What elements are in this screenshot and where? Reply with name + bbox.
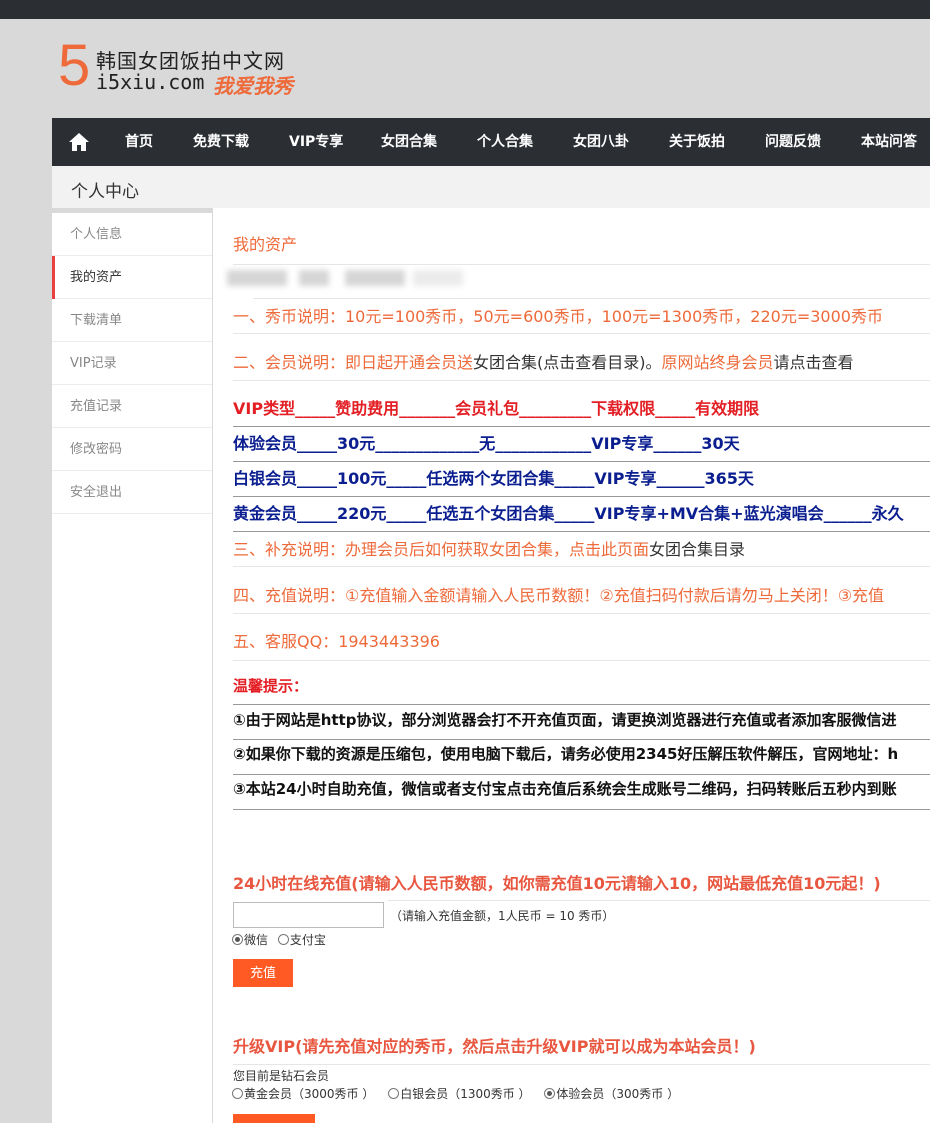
silver-member-label[interactable]: 白银会员（1300秀币 ） <box>400 1087 530 1101</box>
divider <box>233 461 930 462</box>
recharge-hint: （请输入充值金额，1人民币 = 10 秀币） <box>390 909 615 923</box>
vip-row-silver: 白银会员_____100元_____任选两个女团合集_____VIP专享____… <box>233 469 754 488</box>
divider <box>233 739 930 740</box>
divider <box>233 333 930 334</box>
supplement-text: 三、补充说明：办理会员后如何获取女团合集，点击此页面 <box>233 540 650 559</box>
divider <box>233 566 930 567</box>
gold-member-label[interactable]: 黄金会员（3000秀币 ） <box>244 1087 374 1101</box>
sidebar-item-downloads[interactable]: 下载清单 <box>52 299 212 342</box>
divider <box>253 298 930 299</box>
silver-member-radio[interactable] <box>388 1088 400 1099</box>
tip-1: ①由于网站是http协议，部分浏览器会打不开充值页面，请更换浏览器进行充值或者添… <box>233 711 897 729</box>
recharge-button[interactable]: 充值 <box>233 959 293 987</box>
gold-member-radio[interactable] <box>232 1088 243 1099</box>
redacted-info <box>345 270 405 286</box>
wechat-radio[interactable] <box>232 934 243 945</box>
divider <box>233 496 930 497</box>
recharge-title: 24小时在线充值(请输入人民币数额，如你需充值10元请输入10，网站最低充值10… <box>233 874 881 893</box>
tip-3: ③本站24小时自助充值，微信或者支付宝点击充值后系统会生成账号二维码，扫码转账后… <box>233 780 897 798</box>
payment-method-group: 微信 支付宝 <box>232 931 326 948</box>
nav-item-about[interactable]: 关于饭拍 <box>669 118 725 166</box>
assets-title: 我的资产 <box>233 235 298 254</box>
browser-top-bar <box>0 0 930 19</box>
nav-item-home[interactable]: 首页 <box>125 118 153 166</box>
divider <box>233 264 930 265</box>
divider <box>233 809 930 810</box>
sidebar-item-assets[interactable]: 我的资产 <box>52 256 212 299</box>
nav-item-faq[interactable]: 本站问答 <box>861 118 917 166</box>
trial-member-radio[interactable] <box>544 1088 556 1099</box>
logo-slogan: 我爱我秀 <box>213 74 293 98</box>
upgrade-option-group: 黄金会员（3000秀币 ） 白银会员（1300秀币 ） 体验会员（300秀币 ） <box>232 1085 679 1102</box>
click-to-view-link[interactable]: 请点击查看 <box>774 353 854 372</box>
upgrade-vip-button[interactable] <box>233 1114 315 1123</box>
lifetime-member-text: 原网站终身会员 <box>661 353 774 372</box>
group-collection-link[interactable]: 女团合集(点击查看目录)。 <box>473 353 662 372</box>
nav-item-gossip[interactable]: 女团八卦 <box>573 118 629 166</box>
warm-tips-title: 温馨提示： <box>233 677 309 695</box>
wechat-label[interactable]: 微信 <box>244 933 268 947</box>
divider <box>233 704 930 705</box>
redacted-info <box>299 270 329 286</box>
recharge-explanation: 四、充值说明：①充值输入金额请输入人民币数额！②充值扫码付款后请勿马上关闭！③充… <box>233 586 885 605</box>
home-icon[interactable] <box>68 132 90 152</box>
divider <box>233 380 930 381</box>
divider <box>388 900 930 901</box>
current-member-status: 您目前是钻石会员 <box>233 1069 330 1083</box>
nav-item-feedback[interactable]: 问题反馈 <box>765 118 821 166</box>
customer-service-qq: 五、客服QQ：1943443396 <box>233 632 440 651</box>
nav-item-vip[interactable]: VIP专享 <box>289 118 343 166</box>
upgrade-title: 升级VIP(请先充值对应的秀币，然后点击升级VIP就可以成为本站会员！) <box>233 1037 756 1056</box>
divider <box>233 531 930 532</box>
vip-row-trial: 体验会员_____30元_____________无____________VI… <box>233 434 740 453</box>
page-title: 个人中心 <box>71 182 139 202</box>
trial-member-label[interactable]: 体验会员（300秀币 ） <box>556 1087 679 1101</box>
site-logo[interactable]: 5 韩国女团饭拍中文网 i5xiu.com 我爱我秀 <box>58 36 318 100</box>
nav-item-personal-collection[interactable]: 个人合集 <box>477 118 533 166</box>
vip-row-gold: 黄金会员_____220元_____任选五个女团合集_____VIP专享+MV合… <box>233 504 904 523</box>
main-content: 我的资产 一、秀币说明：10元=100秀币，50元=600秀币，100元=130… <box>213 208 930 1123</box>
member-explanation: 二、会员说明：即日起开通会员送女团合集(点击查看目录)。原网站终身会员请点击查看 <box>233 349 930 373</box>
sidebar-item-profile[interactable]: 个人信息 <box>52 213 212 256</box>
sidebar-item-change-password[interactable]: 修改密码 <box>52 428 212 471</box>
page-header: 个人中心 <box>52 166 930 208</box>
logo-domain: i5xiu.com <box>96 70 205 94</box>
alipay-radio[interactable] <box>277 934 289 945</box>
sidebar-item-vip-records[interactable]: VIP记录 <box>52 342 212 385</box>
divider <box>233 774 930 775</box>
sidebar-item-logout[interactable]: 安全退出 <box>52 471 212 514</box>
nav-item-group-collection[interactable]: 女团合集 <box>381 118 437 166</box>
group-catalog-link[interactable]: 女团合集目录 <box>649 540 745 559</box>
sidebar: 个人信息 我的资产 下载清单 VIP记录 充值记录 修改密码 安全退出 <box>52 213 212 1123</box>
divider <box>233 1064 930 1065</box>
supplement-explanation: 三、补充说明：办理会员后如何获取女团合集，点击此页面女团合集目录 <box>233 536 930 560</box>
divider <box>233 660 930 661</box>
tip-2: ②如果你下载的资源是压缩包，使用电脑下载后，请务必使用2345好压解压软件解压，… <box>233 745 899 763</box>
recharge-amount-input[interactable] <box>233 902 384 928</box>
redacted-info <box>227 270 287 286</box>
divider <box>233 613 930 614</box>
coin-explanation: 一、秀币说明：10元=100秀币，50元=600秀币，100元=1300秀币，2… <box>233 307 883 326</box>
main-nav: 首页 免费下载 VIP专享 女团合集 个人合集 女团八卦 关于饭拍 问题反馈 本… <box>52 118 930 166</box>
vip-table-header: VIP类型_____赞助费用_______会员礼包_________下载权限__… <box>233 399 760 418</box>
member-explanation-text: 二、会员说明：即日起开通会员送 <box>233 353 474 372</box>
alipay-label[interactable]: 支付宝 <box>290 933 326 947</box>
logo-digit: 5 <box>58 33 91 98</box>
nav-item-free-download[interactable]: 免费下载 <box>193 118 249 166</box>
divider <box>233 426 930 427</box>
redacted-info <box>413 270 463 286</box>
sidebar-item-recharge-records[interactable]: 充值记录 <box>52 385 212 428</box>
